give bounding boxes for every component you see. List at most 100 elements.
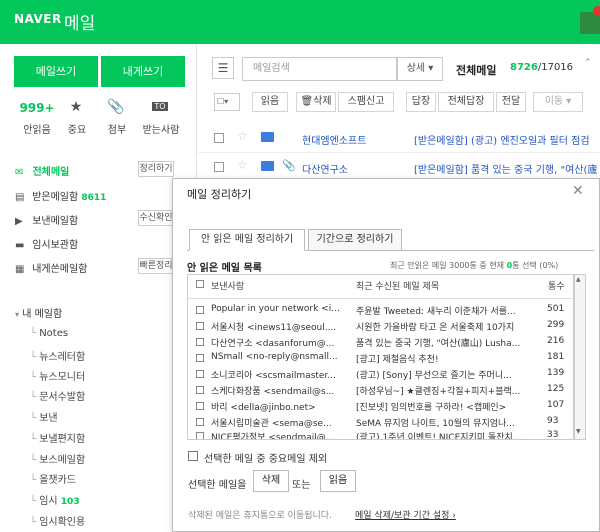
tab-unread-organize[interactable]: 안 읽은 메일 정리하기	[189, 229, 305, 251]
list-row[interactable]: NSmall <no-reply@nsmall... [광고] 제철음식 추천! 1…	[188, 350, 573, 366]
star-icon[interactable]: ☆	[237, 158, 248, 172]
row-count: 299	[547, 320, 565, 330]
delete-selected-button[interactable]: 삭제	[253, 470, 289, 492]
mark-read-button[interactable]: 읽음	[252, 92, 288, 112]
write-mail-button[interactable]: 메일쓰기	[14, 56, 98, 87]
mail-sender[interactable]: 현대엠엔소프트	[302, 132, 366, 147]
list-row[interactable]: 다산연구소 <dasanforum@... 품격 있는 중국 기행, "여산(廬山…	[188, 334, 573, 350]
spam-report-button[interactable]: 스팸신고	[338, 92, 394, 112]
list-scrollbar[interactable]	[574, 274, 586, 440]
close-icon[interactable]: ✕	[572, 183, 584, 199]
folder-item[interactable]: └ 뉴스모니터	[30, 368, 85, 383]
delete-button[interactable]: 🗑삭제	[296, 92, 336, 112]
mail-row[interactable]: ☆ 현대엠엔소프트 [받은메일함] (광고) 엔진오일과 필터 점검	[198, 124, 600, 153]
mailbox-drafts[interactable]: ▬ 임시보관함	[15, 236, 78, 252]
row-checkbox[interactable]	[196, 418, 204, 426]
sent-icon: ▶	[15, 216, 23, 227]
organize-tag-button[interactable]: 정리하기	[138, 161, 174, 177]
mail-service-title[interactable]: 메일	[64, 9, 95, 34]
naver-logo[interactable]: NAVER	[14, 12, 62, 26]
envelope-icon	[261, 161, 274, 171]
mailbox-sent[interactable]: ▶ 보낸메일함	[15, 212, 78, 228]
total-unread: 8726	[510, 62, 538, 73]
row-checkbox[interactable]	[196, 386, 204, 394]
search-input[interactable]: 메일검색	[242, 57, 397, 81]
mail-subject[interactable]: [받은메일함] 품격 있는 중국 기행, "여산(廬	[414, 161, 597, 176]
folder-item[interactable]: └ 임시확인용	[30, 513, 85, 528]
inbox-count: 8611	[81, 193, 107, 203]
star-icon[interactable]: ★	[54, 99, 98, 115]
list-info-prefix: 최근 안읽은 메일 3000통 중 현재	[390, 261, 507, 270]
row-checkbox[interactable]	[196, 432, 204, 439]
write-to-self-button[interactable]: 내게쓰기	[101, 56, 185, 87]
retention-settings-link[interactable]: 메일 삭제/보관 기간 설정 ›	[355, 508, 456, 521]
scroll-up-icon[interactable]: ▲	[576, 276, 581, 283]
delete-label: 삭제	[313, 96, 332, 107]
or-label: 또는	[292, 480, 311, 491]
star-icon[interactable]: ☆	[237, 129, 248, 143]
mailbox-self[interactable]: ▦ 내게쓴메일함	[15, 260, 87, 276]
my-mailbox-header[interactable]: ▾ 내 메일함	[15, 305, 62, 321]
list-row[interactable]: NICE평가정보 <sendmail@... (광고) 1주년 이벤트! NICE…	[188, 428, 573, 439]
folder-label: Notes	[39, 328, 69, 339]
read-receipt-tag-button[interactable]: 수신확인	[138, 210, 174, 226]
tab-period-organize[interactable]: 기간으로 정리하기	[308, 229, 402, 251]
folder-item[interactable]: └ 문서수발함	[30, 388, 85, 403]
row-checkbox[interactable]	[196, 306, 204, 314]
folder-item[interactable]: └ 보스메일함	[30, 451, 85, 466]
menu-icon[interactable]: ☰	[212, 57, 234, 79]
mail-subject[interactable]: [받은메일함] (광고) 엔진오일과 필터 점검	[414, 132, 590, 147]
folder-item[interactable]: └ 임시 103	[30, 492, 80, 507]
list-title: 안 읽은 메일 목록	[187, 263, 262, 274]
list-row[interactable]: 서울시청 <inews11@seoul.... 시원한 가을바람 타고 온 서울축…	[188, 318, 573, 334]
notification-badge	[593, 6, 600, 16]
row-count: 33	[547, 430, 559, 439]
folder-item[interactable]: └ 올챗카드	[30, 471, 76, 486]
list-row[interactable]: 스케다화장품 <sendmail@s... [하성우님~] ★클렌징+각질+피지+…	[188, 382, 573, 398]
row-sender: 바리 <della@jinbo.net>	[211, 403, 316, 413]
folder-count: 103	[60, 497, 80, 507]
row-subject: 주윤발 Tweeted: 새누리 이준채가 서를...	[356, 307, 516, 317]
list-row[interactable]: Popular in your network <i... 주윤발 Tweeted…	[188, 302, 573, 318]
row-checkbox[interactable]	[196, 322, 204, 330]
folder-item[interactable]: └ 뉴스레터함	[30, 348, 85, 363]
reply-all-button[interactable]: 전체답장	[438, 92, 494, 112]
mark-read-selected-button[interactable]: 읽음	[320, 470, 356, 492]
folder-item[interactable]: └ 보낸	[30, 409, 58, 424]
forward-button[interactable]: 전달	[496, 92, 526, 112]
row-checkbox[interactable]	[196, 402, 204, 410]
row-checkbox[interactable]	[214, 162, 224, 172]
mailbox-self-label: 내게쓴메일함	[32, 264, 88, 275]
row-checkbox[interactable]	[196, 338, 204, 346]
list-row[interactable]: 바리 <della@jinbo.net> [진보넷] 임의번호를 구하라! <캡페…	[188, 398, 573, 414]
col-count: 통수	[548, 282, 565, 292]
to-icon[interactable]: TO	[138, 102, 182, 111]
envelope-icon	[261, 132, 274, 142]
list-row[interactable]: 소니코리아 <scsmailmaster... (광고) [Sony] 무선으로 …	[188, 366, 573, 382]
folder-item[interactable]: └ Notes	[30, 328, 68, 342]
mail-sender[interactable]: 다산연구소	[302, 161, 348, 176]
attachment-icon[interactable]: 📎	[94, 99, 138, 115]
row-count: 181	[547, 352, 565, 362]
row-checkbox[interactable]	[196, 370, 204, 378]
row-checkbox[interactable]	[196, 354, 204, 362]
mailbox-sent-label: 보낸메일함	[32, 216, 79, 227]
folder-item[interactable]: └ 보낼편지함	[30, 430, 85, 445]
exclude-important-checkbox[interactable]	[188, 451, 198, 461]
scroll-down-icon[interactable]: ▼	[576, 428, 581, 435]
search-detail-dropdown[interactable]: 상세 ▾	[397, 57, 443, 81]
row-checkbox[interactable]	[214, 133, 224, 143]
select-all-checkbox[interactable]: ☐▾	[214, 93, 240, 111]
mailbox-all[interactable]: ✉ 전체메일	[15, 163, 69, 179]
row-sender: 스케다화장품 <sendmail@s...	[211, 387, 335, 397]
list-select-all-checkbox[interactable]	[196, 280, 204, 288]
mailbox-inbox-label: 받은메일함	[32, 192, 79, 203]
mailbox-inbox[interactable]: ▤ 받은메일함 8611	[15, 188, 106, 204]
folder-label: 보낸	[39, 413, 58, 424]
unread-count[interactable]: 999+	[15, 101, 59, 115]
quick-organize-tag-button[interactable]: 빠른정리	[138, 258, 174, 274]
move-dropdown[interactable]: 이동 ▾	[533, 92, 583, 112]
chevron-icon[interactable]: ⌃	[584, 58, 592, 68]
reply-button[interactable]: 답장	[406, 92, 436, 112]
dialog-title: 메일 정리하기	[187, 188, 252, 201]
